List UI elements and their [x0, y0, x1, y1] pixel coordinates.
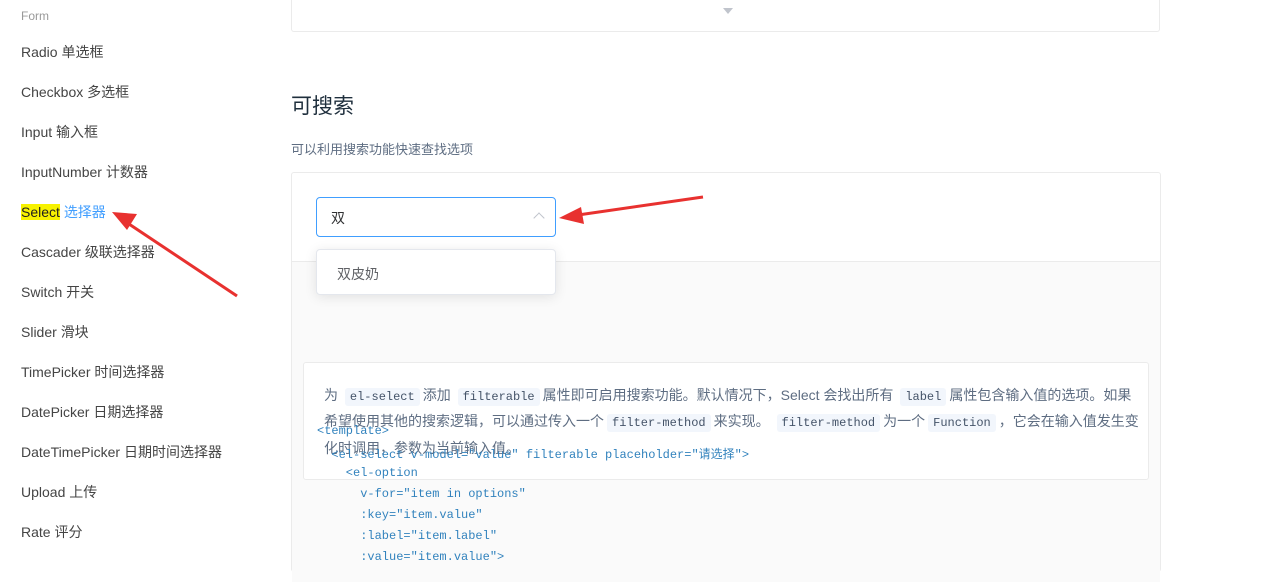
code-line: <el-option: [317, 466, 418, 480]
caret-down-icon[interactable]: [723, 8, 733, 14]
code-line: :label="item.label": [317, 529, 498, 543]
sidebar-item-checkbox[interactable]: Checkbox 多选框: [21, 82, 129, 102]
previous-demo-card: [291, 0, 1160, 32]
description-line-2: 希望使用其他的搜索逻辑，可以通过传入一个 filter-method 来实现。 fi…: [324, 413, 1139, 432]
sidebar-item-slider[interactable]: Slider 滑块: [21, 322, 89, 342]
section-title: 可搜索: [291, 95, 354, 118]
code-line: <el-select v-model="value" filterable pl…: [317, 448, 750, 462]
code-inline: filterable: [457, 388, 540, 406]
section-description: 可以利用搜索功能快速查找选项: [291, 142, 474, 157]
code-inline: label: [900, 388, 947, 406]
code-line: v-for="item in options": [317, 487, 526, 501]
sidebar-item-datetimepicker[interactable]: DateTimePicker 日期时间选择器: [21, 442, 222, 462]
sidebar-item-select[interactable]: Select 选择器: [21, 202, 106, 222]
code-line: :key="item.value": [317, 508, 483, 522]
sidebar-item-inputnumber[interactable]: InputNumber 计数器: [21, 162, 148, 182]
sidebar-item-radio[interactable]: Radio 单选框: [21, 42, 103, 62]
sidebar-item-label-highlighted: Select: [21, 204, 60, 220]
dropdown-option[interactable]: 双皮奶: [337, 264, 379, 284]
sidebar-group-title: Form: [21, 9, 49, 23]
sidebar-item-datepicker[interactable]: DatePicker 日期选择器: [21, 402, 163, 422]
demo-meta: 为 el-select 添加 filterable 属性即可启用搜索功能。默认情况下…: [292, 262, 1160, 582]
description-line-1: 为 el-select 添加 filterable 属性即可启用搜索功能。默认情况下…: [324, 387, 1132, 406]
sidebar-item-cascader[interactable]: Cascader 级联选择器: [21, 242, 155, 262]
chevron-up-icon[interactable]: [533, 212, 545, 224]
demo-card: 为 el-select 添加 filterable 属性即可启用搜索功能。默认情况下…: [291, 172, 1161, 582]
sidebar-item-input[interactable]: Input 输入框: [21, 122, 98, 142]
code-inline: filter-method: [776, 414, 881, 432]
code-line: :value="item.value">: [317, 550, 505, 564]
sidebar: Form Radio 单选框 Checkbox 多选框 Input 输入框 In…: [0, 0, 260, 559]
description-box: 为 el-select 添加 filterable 属性即可启用搜索功能。默认情况下…: [303, 362, 1149, 480]
sidebar-item-upload[interactable]: Upload 上传: [21, 482, 97, 502]
sidebar-item-rate[interactable]: Rate 评分: [21, 522, 82, 542]
sidebar-item-timepicker[interactable]: TimePicker 时间选择器: [21, 362, 164, 382]
select-dropdown: 双皮奶: [316, 249, 556, 295]
select-input[interactable]: 双: [331, 208, 345, 228]
code-line: <template>: [317, 424, 390, 438]
sidebar-item-switch[interactable]: Switch 开关: [21, 282, 94, 302]
code-inline: Function: [928, 414, 996, 432]
filterable-select[interactable]: 双: [316, 197, 556, 237]
code-inline: el-select: [344, 388, 420, 406]
code-inline: filter-method: [607, 414, 711, 432]
